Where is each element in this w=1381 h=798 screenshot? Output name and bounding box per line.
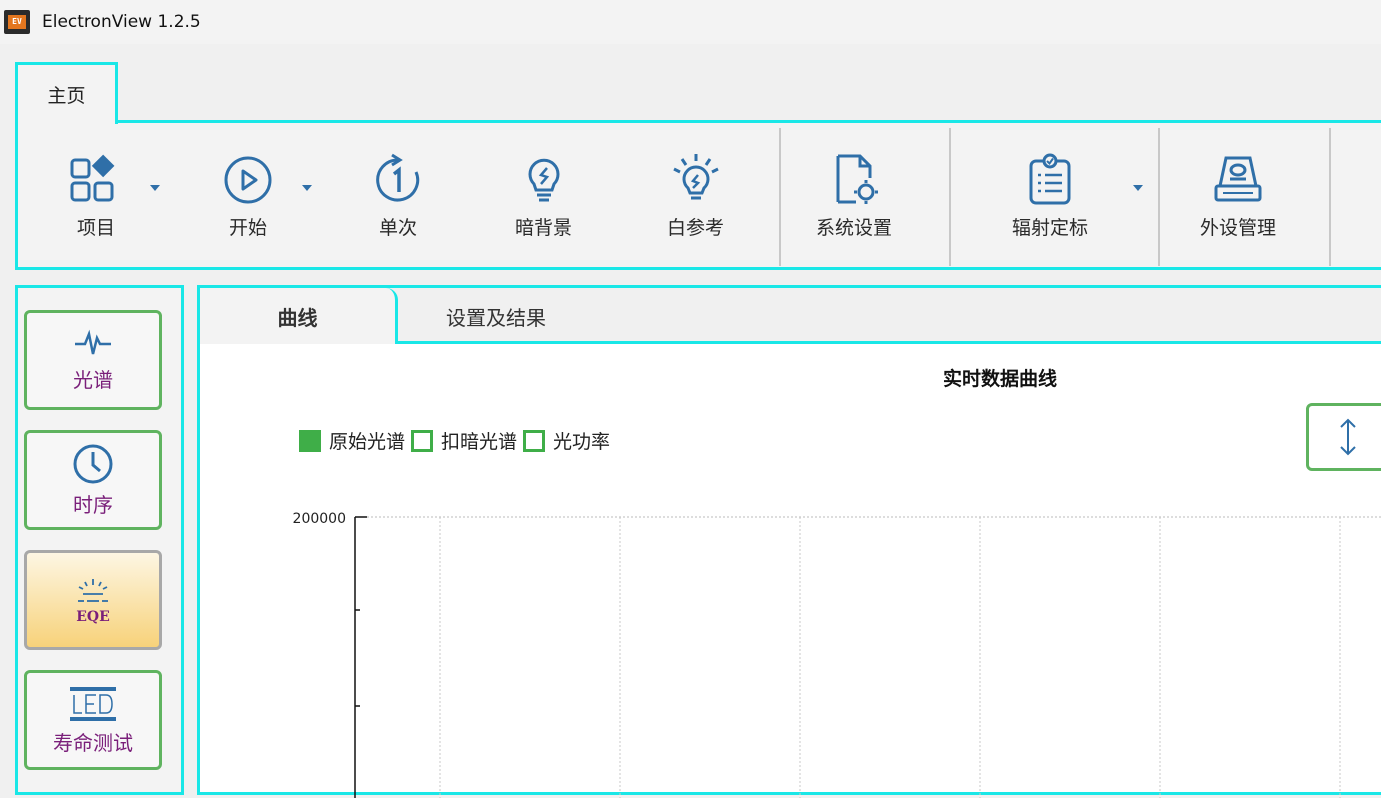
peripheral-management-button[interactable]: 外设管理	[1200, 151, 1276, 251]
bulb-glow-icon	[668, 151, 724, 209]
device-icon	[1210, 151, 1266, 209]
single-run-icon	[370, 151, 426, 209]
bulb-icon	[516, 151, 572, 209]
calibration-dropdown-icon[interactable]	[1133, 185, 1143, 191]
sidebar-item-spectrum[interactable]: 光谱	[24, 310, 162, 410]
y-tick-label: 200000	[293, 511, 346, 527]
dark-background-button[interactable]: 暗背景	[515, 151, 572, 251]
legend-item-dark-subtracted[interactable]: 扣暗光谱	[411, 427, 517, 454]
start-button[interactable]: 开始	[220, 151, 276, 251]
chart-legend: 原始光谱 扣暗光谱 光功率	[299, 427, 616, 454]
chart-title: 实时数据曲线	[943, 368, 1058, 390]
radiation-calibration-button[interactable]: 辐射定标	[1012, 151, 1088, 251]
document-gear-icon	[826, 151, 882, 209]
clock-icon	[73, 444, 113, 483]
ribbon-separator	[1158, 128, 1160, 266]
clipboard-icon	[1022, 151, 1078, 209]
single-button[interactable]: 单次	[370, 151, 426, 251]
y-axis-ticks	[355, 516, 367, 707]
light-rays-icon	[78, 579, 108, 602]
legend-checkbox[interactable]	[523, 429, 546, 452]
ribbon-tab-home[interactable]: 主页	[15, 62, 118, 124]
legend-checkbox[interactable]	[411, 429, 434, 452]
app-logo-icon: EV	[4, 10, 30, 34]
white-reference-button[interactable]: 白参考	[667, 151, 724, 251]
ribbon-toolbar: 项目 开始 单次 暗背景 白参考 系统设置 辐射定标 外设管理	[15, 120, 1381, 270]
side-nav: 光谱 时序 EQE 寿命测试	[15, 285, 184, 795]
window-title: ElectronView 1.2.5	[42, 12, 201, 32]
led-icon	[70, 686, 116, 721]
sidebar-item-eqe[interactable]: EQE	[24, 550, 162, 650]
content-panel: 曲线 设置及结果 200000 实时数据曲线 原始光谱 扣暗光谱 光功率	[197, 285, 1381, 798]
legend-item-raw-spectrum[interactable]: 原始光谱	[299, 427, 405, 454]
vertical-arrows-icon	[1340, 418, 1356, 456]
sidebar-item-lifetime-test[interactable]: 寿命测试	[24, 670, 162, 770]
ribbon-separator	[779, 128, 781, 266]
sidebar-item-timing[interactable]: 时序	[24, 430, 162, 530]
chart-gridlines	[355, 516, 1381, 798]
system-settings-button[interactable]: 系统设置	[816, 151, 892, 251]
axis-scale-button[interactable]	[1306, 403, 1381, 471]
project-button[interactable]: 项目	[68, 151, 124, 251]
chart-plot-area: 200000	[293, 511, 1381, 798]
project-dropdown-icon[interactable]	[150, 185, 160, 191]
title-bar: EV ElectronView 1.2.5	[0, 0, 1381, 44]
legend-checkbox[interactable]	[299, 429, 321, 452]
play-icon	[220, 151, 276, 209]
ribbon-separator	[1329, 128, 1331, 266]
ribbon-separator	[949, 128, 951, 266]
grid-icon	[68, 151, 124, 209]
start-dropdown-icon[interactable]	[302, 185, 312, 191]
legend-item-optical-power[interactable]: 光功率	[523, 427, 610, 454]
waveform-icon	[75, 329, 111, 354]
